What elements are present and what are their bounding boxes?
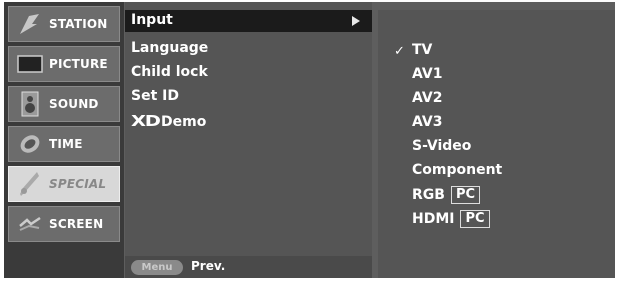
submenu-item-child-lock[interactable]: Child lock xyxy=(131,64,208,80)
special-submenu: Input Language Child lock Set ID XDDemo … xyxy=(125,2,372,278)
menu-button[interactable]: Menu xyxy=(131,260,183,275)
time-icon xyxy=(15,130,45,158)
option-label: TV xyxy=(412,42,433,58)
menu-footer: Menu Prev. xyxy=(125,256,372,278)
pc-badge: PC xyxy=(450,186,481,204)
submenu-item-set-id[interactable]: Set ID xyxy=(131,88,179,104)
option-label: Component xyxy=(412,162,503,178)
input-option-av2[interactable]: AV2 xyxy=(412,90,442,106)
submenu-item-label: Set ID xyxy=(131,88,179,104)
option-label: AV3 xyxy=(412,114,443,130)
input-option-component[interactable]: Component xyxy=(412,162,502,178)
menu-item-label: STATION xyxy=(49,17,108,31)
prev-label: Prev. xyxy=(191,259,226,273)
option-label: HDMI xyxy=(412,211,455,227)
input-option-hdmi[interactable]: HDMI PC xyxy=(412,210,490,228)
menu-item-label: SOUND xyxy=(49,97,99,111)
submenu-item-xd-demo[interactable]: XDDemo xyxy=(131,112,206,130)
sound-icon xyxy=(15,90,45,118)
special-icon xyxy=(15,170,45,198)
arrow-right-icon xyxy=(352,16,360,26)
menu-item-label: SCREEN xyxy=(49,217,104,231)
input-option-av1[interactable]: AV1 xyxy=(412,66,442,82)
picture-icon xyxy=(15,50,45,78)
submenu-item-input[interactable]: Input xyxy=(131,12,173,28)
menu-item-special[interactable]: SPECIAL xyxy=(8,166,120,202)
input-option-tv[interactable]: TV xyxy=(412,42,432,58)
submenu-item-label: Language xyxy=(131,40,209,56)
menu-item-label: TIME xyxy=(49,137,83,151)
menu-item-sound[interactable]: SOUND xyxy=(8,86,120,122)
submenu-item-label: Child lock xyxy=(131,64,208,80)
input-option-av3[interactable]: AV3 xyxy=(412,114,442,130)
menu-item-time[interactable]: TIME xyxy=(8,126,120,162)
option-label: RGB xyxy=(412,187,445,203)
xd-logo: XD xyxy=(131,112,161,130)
menu-item-screen[interactable]: SCREEN xyxy=(8,206,120,242)
menu-item-label: PICTURE xyxy=(49,57,108,71)
menu-item-station[interactable]: STATION xyxy=(8,6,120,42)
submenu-item-language[interactable]: Language xyxy=(131,40,208,56)
option-label: AV1 xyxy=(412,66,443,82)
input-option-rgb[interactable]: RGB PC xyxy=(412,186,481,204)
input-options-panel: ✓ TV AV1 AV2 AV3 S-Video Component RGB PC… xyxy=(378,10,615,278)
menu-item-picture[interactable]: PICTURE xyxy=(8,46,120,82)
menu-item-label: SPECIAL xyxy=(49,177,107,191)
station-icon xyxy=(15,10,45,38)
input-option-s-video[interactable]: S-Video xyxy=(412,138,471,154)
screen-icon xyxy=(15,210,45,238)
submenu-item-label: Input xyxy=(131,12,173,28)
submenu-item-label: Demo xyxy=(161,114,207,130)
check-mark-icon: ✓ xyxy=(394,44,405,59)
main-menu: STATION PICTURE SOUND TIME SPECIAL SCREE… xyxy=(4,2,124,278)
tv-osd-menu: STATION PICTURE SOUND TIME SPECIAL SCREE… xyxy=(4,2,615,278)
option-label: S-Video xyxy=(412,138,472,154)
pc-badge: PC xyxy=(460,210,490,228)
option-label: AV2 xyxy=(412,90,443,106)
